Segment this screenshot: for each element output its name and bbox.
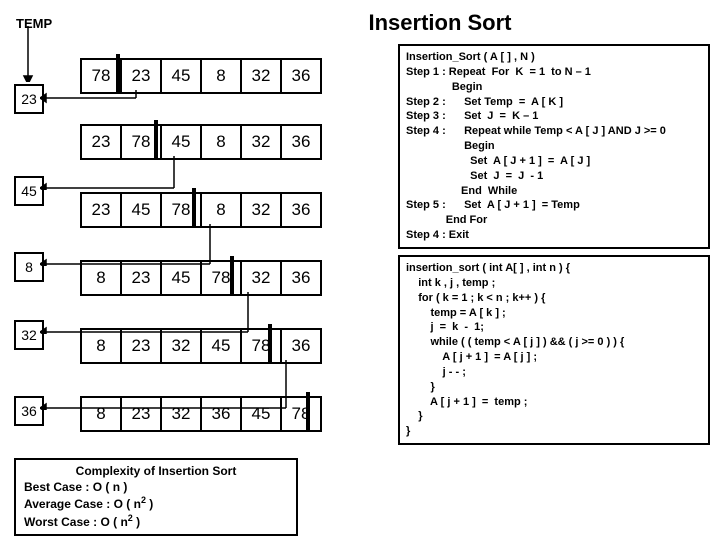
cell: 32 — [240, 192, 282, 228]
complexity-box: Complexity of Insertion Sort Best Case :… — [14, 458, 298, 536]
complexity-worst: Worst Case : O ( n2 ) — [24, 513, 288, 531]
cell: 32 — [240, 58, 282, 94]
cell: 45 — [160, 58, 202, 94]
cell: 8 — [200, 124, 242, 160]
complexity-heading: Complexity of Insertion Sort — [24, 464, 288, 480]
cell: 36 — [280, 260, 322, 296]
complexity-best: Best Case : O ( n ) — [24, 480, 288, 496]
cell: 36 — [280, 192, 322, 228]
cell: 36 — [280, 328, 322, 364]
sorted-marker — [268, 324, 272, 364]
c-code-box: insertion_sort ( int A[ ] , int n ) { in… — [398, 255, 710, 445]
arrow-a0-to-temp0 — [40, 88, 140, 110]
arrow-a4-to-temp4 — [40, 360, 292, 410]
cell: 36 — [280, 58, 322, 94]
sorted-marker — [306, 392, 310, 432]
cell: 8 — [200, 192, 242, 228]
cell: 23 — [80, 192, 122, 228]
cell: 32 — [240, 260, 282, 296]
cell: 23 — [80, 124, 122, 160]
sorted-marker — [154, 120, 158, 160]
cell: 45 — [120, 192, 162, 228]
array-row-1: 23 78 45 8 32 36 — [80, 124, 322, 160]
arrow-a2-to-temp2 — [40, 224, 216, 266]
cell: 8 — [200, 58, 242, 94]
visualization-panel: TEMP 23 45 8 32 36 78 23 45 8 32 36 23 7… — [10, 44, 390, 445]
sorted-marker — [230, 256, 234, 296]
pseudocode-box: Insertion_Sort ( A [ ] , N ) Step 1 : Re… — [398, 44, 710, 249]
page-title: Insertion Sort — [170, 10, 710, 36]
cell: 32 — [240, 124, 282, 160]
cell: 45 — [160, 124, 202, 160]
complexity-avg: Average Case : O ( n2 ) — [24, 495, 288, 513]
cell: 36 — [280, 124, 322, 160]
arrow-a3-to-temp3 — [40, 292, 254, 334]
array-row-2: 23 45 78 8 32 36 — [80, 192, 322, 228]
arrow-temp-to-box — [20, 26, 40, 82]
arrow-a1-to-temp1 — [40, 156, 180, 190]
sorted-marker — [192, 188, 196, 228]
